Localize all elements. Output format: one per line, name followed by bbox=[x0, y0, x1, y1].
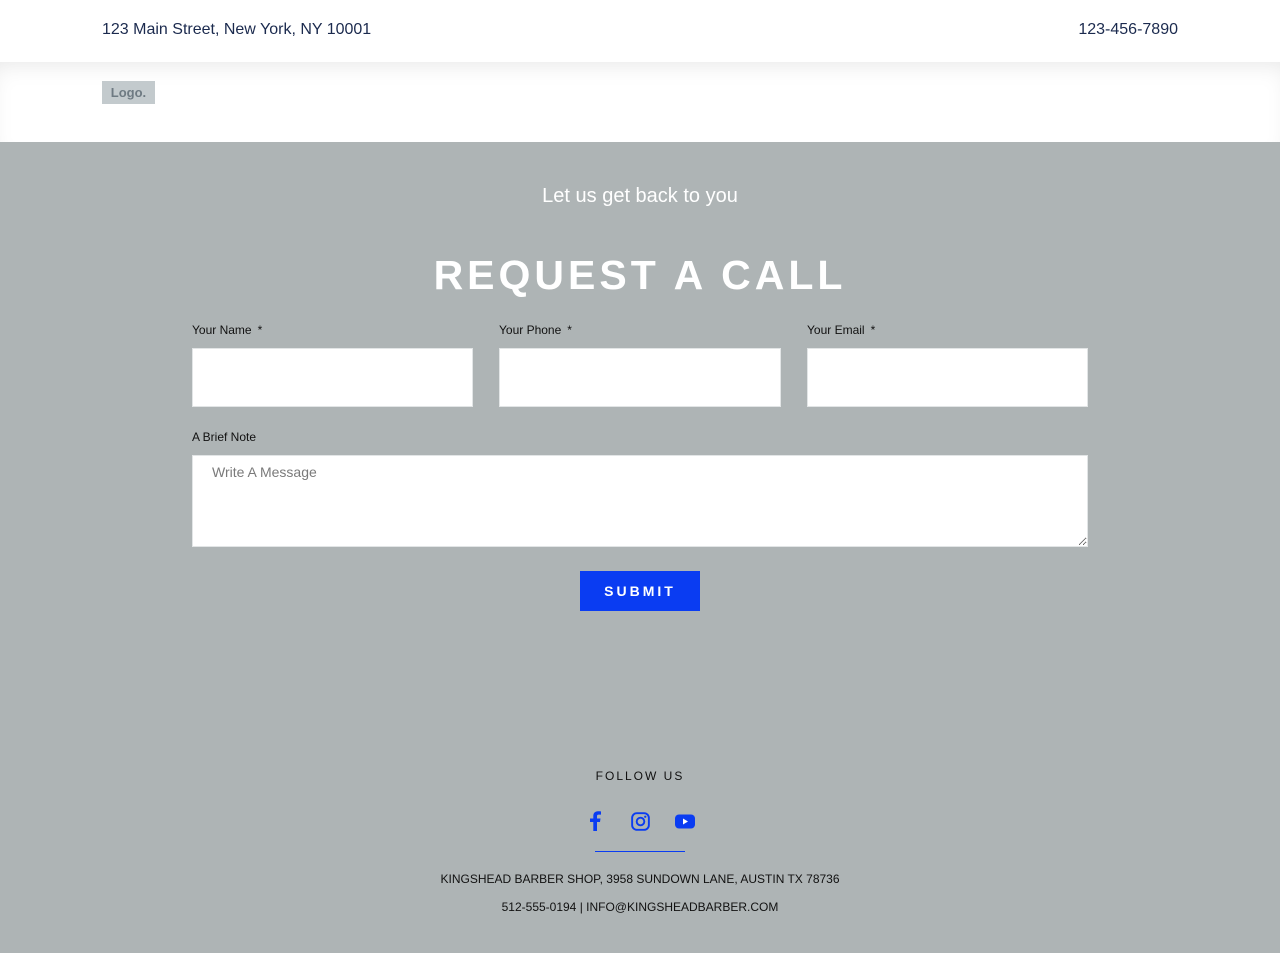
message-textarea[interactable] bbox=[192, 455, 1088, 547]
email-label-text: Your Email bbox=[807, 323, 865, 337]
site-header: Logo. bbox=[0, 62, 1280, 142]
top-bar: 123 Main Street, New York, NY 10001 123-… bbox=[0, 0, 1280, 62]
request-call-section: Let us get back to you REQUEST A CALL Yo… bbox=[0, 142, 1280, 953]
note-field-label: A Brief Note bbox=[192, 430, 257, 444]
email-input[interactable] bbox=[807, 348, 1088, 407]
section-title: REQUEST A CALL bbox=[433, 252, 847, 298]
footer-divider bbox=[595, 851, 685, 852]
top-bar-address: 123 Main Street, New York, NY 10001 bbox=[102, 21, 372, 38]
logo[interactable]: Logo. bbox=[102, 81, 155, 104]
facebook-icon[interactable] bbox=[577, 808, 613, 834]
footer-address: KINGSHEAD BARBER SHOP, 3958 SUNDOWN LANE… bbox=[440, 872, 840, 886]
email-field-label: Your Email * bbox=[807, 323, 875, 337]
phone-label-text: Your Phone bbox=[499, 323, 562, 337]
phone-input[interactable] bbox=[499, 348, 781, 407]
youtube-icon[interactable] bbox=[667, 808, 703, 834]
name-label-text: Your Name bbox=[192, 323, 252, 337]
social-links bbox=[577, 808, 703, 834]
footer-contact: 512-555-0194 | INFO@KINGSHEADBARBER.COM bbox=[501, 900, 779, 914]
name-field-label: Your Name * bbox=[192, 323, 262, 337]
required-marker: * bbox=[567, 323, 572, 337]
required-marker: * bbox=[257, 323, 263, 337]
submit-button[interactable]: SUBMIT bbox=[580, 571, 700, 611]
required-marker: * bbox=[870, 323, 876, 337]
follow-us-label: FOLLOW US bbox=[595, 769, 685, 783]
instagram-icon[interactable] bbox=[622, 808, 658, 834]
name-input[interactable] bbox=[192, 348, 473, 407]
section-subtitle: Let us get back to you bbox=[542, 185, 738, 207]
phone-field-label: Your Phone * bbox=[499, 323, 572, 337]
top-bar-phone[interactable]: 123-456-7890 bbox=[1078, 21, 1178, 39]
